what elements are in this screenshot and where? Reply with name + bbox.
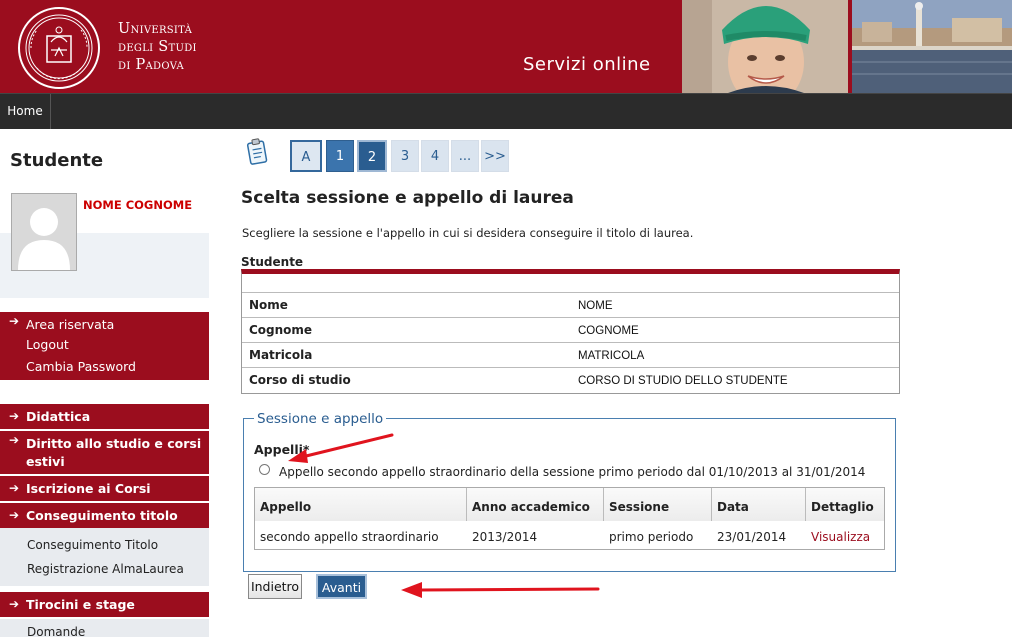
page-title: Scelta sessione e appello di laurea [241, 188, 574, 208]
logout-link[interactable]: Logout [0, 334, 209, 356]
university-name-line: degli Studi [118, 39, 197, 55]
university-seal-logo[interactable] [17, 6, 101, 90]
table-row: Matricola MATRICOLA [242, 342, 899, 368]
nav-home-link[interactable]: Home [0, 94, 51, 129]
menu-item-conseguimento-titolo[interactable]: ➔ Conseguimento titolo [0, 503, 209, 528]
appello-radio[interactable] [259, 464, 270, 475]
menu-item-diritto-studio[interactable]: ➔ Diritto allo studio e corsi estivi [0, 431, 209, 474]
padova-city-photo [852, 0, 1012, 93]
menu-item-didattica[interactable]: ➔ Didattica [0, 404, 209, 429]
reserved-area-menu: ➔ Area riservata Logout Cambia Password [0, 312, 209, 380]
col-header-sessione: Sessione [609, 500, 670, 514]
appelli-label: Appelli* [254, 442, 310, 457]
student-section-label: Studente [241, 255, 304, 269]
service-title: Servizi online [523, 54, 651, 75]
cell-data: 23/01/2014 [717, 530, 787, 544]
table-row: Cognome COGNOME [242, 317, 899, 343]
submenu-domande[interactable]: Domande [0, 619, 209, 639]
fieldset-legend: Sessione e appello [254, 411, 387, 427]
row-key: Corso di studio [249, 373, 351, 387]
back-button[interactable]: Indietro [248, 574, 302, 599]
menu-item-tirocini[interactable]: ➔ Tirocini e stage [0, 592, 209, 617]
site-header: Università degli Studi di Padova Servizi… [0, 0, 1012, 93]
col-header-data: Data [717, 500, 749, 514]
submenu-conseguimento-titolo[interactable]: Conseguimento Titolo [0, 528, 209, 552]
step-ellipsis[interactable]: ... [451, 140, 479, 172]
arrow-right-icon: ➔ [9, 597, 20, 611]
row-value: NOME [578, 300, 613, 312]
step-1[interactable]: 1 [326, 140, 354, 172]
step-2[interactable]: 2 [357, 140, 387, 172]
student-info-table: Nome NOME Cognome COGNOME Matricola MATR… [241, 269, 900, 394]
step-next-arrows[interactable]: >> [481, 140, 509, 172]
arrow-right-icon: ➔ [9, 433, 20, 447]
avatar [11, 193, 77, 271]
col-header-dettaglio: Dettaglio [811, 500, 874, 514]
menu-item-label: Didattica [26, 409, 91, 424]
row-key: Cognome [249, 323, 313, 337]
arrow-right-icon: ➔ [9, 508, 20, 522]
arrow-right-icon: ➔ [9, 409, 20, 423]
col-header-appello: Appello [260, 500, 312, 514]
cell-anno: 2013/2014 [472, 530, 538, 544]
menu-item-label: Area riservata [26, 317, 115, 332]
step-3[interactable]: 3 [391, 140, 419, 172]
menu-item-label: Tirocini e stage [26, 597, 135, 612]
appelli-table: Appello Anno accademico Sessione Data De… [254, 487, 885, 550]
table-row: Nome NOME [242, 292, 899, 318]
row-key: Matricola [249, 348, 313, 362]
arrow-right-icon: ➔ [9, 314, 20, 328]
step-4[interactable]: 4 [421, 140, 449, 172]
intro-text: Scegliere la sessione e l'appello in cui… [242, 226, 694, 240]
conseguimento-submenu: Conseguimento Titolo Registrazione AlmaL… [0, 528, 209, 586]
table-row: Corso di studio CORSO DI STUDIO DELLO ST… [242, 367, 899, 393]
cell-appello: secondo appello straordinario [260, 530, 439, 544]
menu-item-label: Diritto allo studio e corsi estivi [26, 436, 202, 469]
main-navbar: Home [0, 93, 1012, 129]
row-value: MATRICOLA [578, 350, 645, 362]
cell-sessione: primo periodo [609, 530, 694, 544]
university-name-line: di Padova [118, 57, 185, 73]
col-header-anno: Anno accademico [472, 500, 590, 514]
annotation-arrow-icon [401, 582, 600, 598]
visualizza-link[interactable]: Visualizza [811, 530, 870, 544]
clipboard-icon [246, 138, 268, 165]
menu-item-label: Iscrizione ai Corsi [26, 481, 151, 496]
reserved-area-title[interactable]: ➔ Area riservata [0, 312, 209, 334]
menu-item-label: Conseguimento titolo [26, 508, 178, 523]
appello-radio-label[interactable]: Appello secondo appello straordinario de… [279, 465, 865, 479]
tirocini-submenu: Domande [0, 619, 209, 639]
student-name: NOME COGNOME [83, 198, 193, 212]
step-a[interactable]: A [290, 140, 322, 172]
profile-box: NOME COGNOME [0, 188, 209, 298]
row-value: CORSO DI STUDIO DELLO STUDENTE [578, 375, 788, 387]
sidebar-title: Studente [10, 150, 104, 171]
submenu-registrazione-almalaurea[interactable]: Registrazione AlmaLaurea [0, 552, 209, 576]
next-button[interactable]: Avanti [316, 574, 367, 599]
student-photo-banner [682, 0, 848, 93]
row-value: COGNOME [578, 325, 639, 337]
university-name-line: Università [118, 21, 193, 37]
menu-item-iscrizione-corsi[interactable]: ➔ Iscrizione ai Corsi [0, 476, 209, 501]
change-password-link[interactable]: Cambia Password [0, 356, 209, 378]
row-key: Nome [249, 298, 288, 312]
university-name: Università degli Studi di Padova [118, 20, 197, 74]
arrow-right-icon: ➔ [9, 481, 20, 495]
